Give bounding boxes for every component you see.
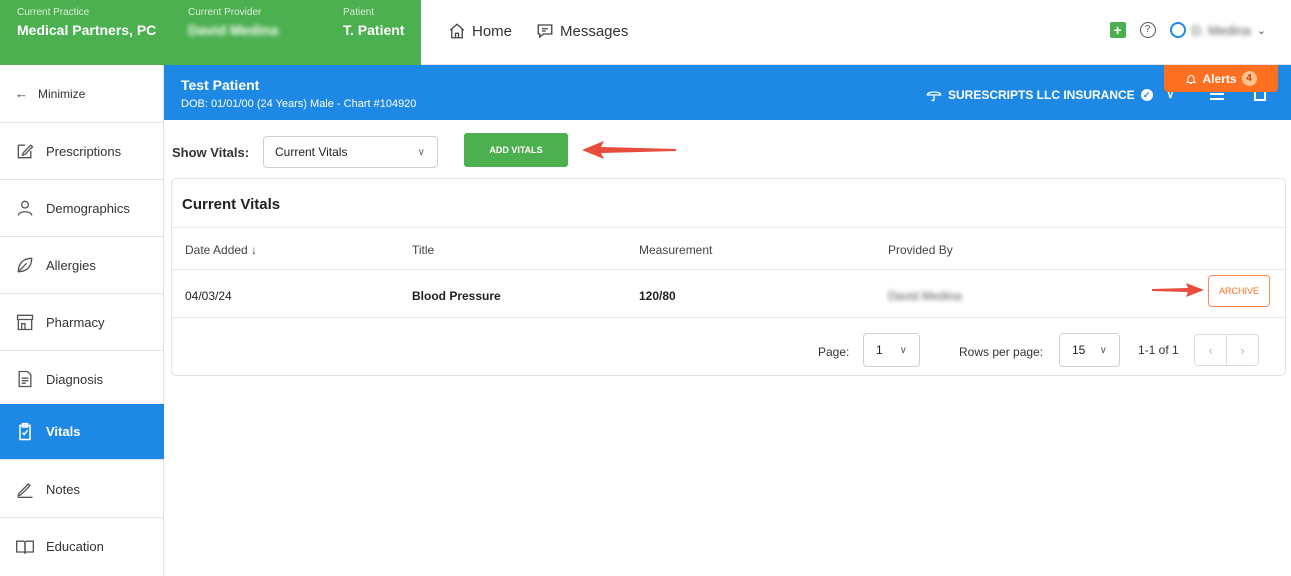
edit-icon bbox=[15, 141, 35, 161]
sidebar-item-label: Allergies bbox=[46, 257, 96, 273]
minimize-button[interactable]: ← Minimize bbox=[0, 65, 164, 123]
umbrella-icon bbox=[926, 91, 942, 102]
sidebar-item-prescriptions[interactable]: Prescriptions bbox=[0, 123, 164, 180]
vitals-card: Current Vitals Date Added ↓ Title Measur… bbox=[171, 178, 1286, 376]
patient-header: Test Patient DOB: 01/01/00 (24 Years) Ma… bbox=[164, 65, 1291, 120]
arrow-left-icon: ← bbox=[15, 86, 28, 101]
alerts-count-badge: 4 bbox=[1241, 71, 1257, 86]
divider bbox=[172, 227, 1285, 228]
context-bar: Current Practice Medical Partners, PC Cu… bbox=[0, 0, 421, 65]
user-icon[interactable] bbox=[1169, 22, 1186, 38]
column-header-provided-by: Provided By bbox=[888, 243, 953, 257]
panel-icon[interactable] bbox=[1254, 91, 1266, 101]
user-name[interactable]: D. Medina bbox=[1192, 23, 1251, 38]
message-icon bbox=[537, 24, 553, 39]
chevron-down-icon: ∨ bbox=[899, 344, 907, 356]
annotation-arrow-icon bbox=[1152, 283, 1204, 297]
prev-page-button[interactable]: ‹ bbox=[1194, 334, 1227, 366]
cell-title: Blood Pressure bbox=[412, 289, 501, 303]
help-icon[interactable]: ? bbox=[1139, 22, 1156, 38]
sidebar-item-label: Notes bbox=[46, 481, 80, 497]
add-vitals-button[interactable]: ADD VITALS bbox=[464, 133, 568, 167]
list-icon[interactable] bbox=[1210, 93, 1224, 100]
home-link[interactable]: Home bbox=[448, 22, 512, 40]
archive-button[interactable]: ARCHIVE bbox=[1208, 275, 1270, 307]
chevron-left-icon: ‹ bbox=[1208, 342, 1213, 358]
sidebar-item-label: Diagnosis bbox=[46, 371, 104, 387]
check-circle-icon: ✓ bbox=[1140, 89, 1153, 101]
card-title: Current Vitals bbox=[182, 196, 281, 213]
chevron-right-icon: › bbox=[1240, 342, 1245, 358]
patient-selector[interactable]: Patient T. Patient bbox=[343, 7, 404, 38]
sidebar-item-pharmacy[interactable]: Pharmacy bbox=[0, 294, 164, 351]
top-bar: Current Practice Medical Partners, PC Cu… bbox=[0, 0, 1291, 65]
cell-provided-by: David Medina bbox=[888, 289, 962, 303]
vitals-filter-value: Current Vitals bbox=[275, 145, 348, 159]
chevron-down-icon: ∨ bbox=[417, 146, 425, 158]
clipboard-icon bbox=[15, 422, 35, 442]
patient-label: Patient bbox=[343, 7, 375, 18]
provider-label: Current Provider bbox=[188, 7, 262, 18]
document-icon bbox=[15, 369, 35, 389]
column-header-measurement: Measurement bbox=[639, 243, 713, 257]
annotation-arrow-icon bbox=[582, 141, 676, 159]
alerts-button[interactable]: Alerts 4 bbox=[1164, 65, 1278, 92]
sidebar: ← Minimize Prescriptions Demographics Al… bbox=[0, 65, 164, 576]
page-label: Page: bbox=[818, 345, 850, 359]
chevron-down-icon[interactable]: ⌄ bbox=[1257, 24, 1266, 37]
patient-name: Test Patient bbox=[181, 77, 260, 93]
chevron-down-icon: ∨ bbox=[1099, 344, 1107, 356]
divider bbox=[172, 269, 1285, 270]
sidebar-item-label: Prescriptions bbox=[46, 143, 122, 159]
top-right-actions: + ? D. Medina ⌄ bbox=[1109, 22, 1291, 38]
person-icon bbox=[15, 198, 35, 218]
insurance-selector[interactable]: SURESCRIPTS LLC INSURANCE ✓ ∨ bbox=[926, 87, 1174, 103]
messages-label: Messages bbox=[560, 22, 629, 40]
provider-selector[interactable]: Current Provider David Medina bbox=[188, 7, 278, 38]
divider bbox=[172, 317, 1285, 318]
patient-info: DOB: 01/01/00 (24 Years) Male - Chart #1… bbox=[181, 98, 417, 110]
column-header-date[interactable]: Date Added ↓ bbox=[185, 243, 257, 257]
messages-link[interactable]: Messages bbox=[536, 22, 628, 40]
vitals-filter-select[interactable]: Current Vitals ∨ bbox=[263, 136, 438, 168]
sidebar-item-education[interactable]: Education bbox=[0, 518, 164, 575]
page-value: 1 bbox=[876, 343, 883, 357]
sidebar-item-notes[interactable]: Notes bbox=[0, 461, 164, 518]
bell-icon bbox=[1186, 74, 1197, 84]
practice-label: Current Practice bbox=[17, 7, 90, 18]
practice-selector[interactable]: Current Practice Medical Partners, PC bbox=[17, 7, 156, 38]
sidebar-item-demographics[interactable]: Demographics bbox=[0, 180, 164, 237]
sidebar-item-allergies[interactable]: Allergies bbox=[0, 237, 164, 294]
page-range: 1-1 of 1 bbox=[1138, 343, 1179, 357]
home-icon bbox=[449, 23, 465, 39]
page-select[interactable]: 1 ∨ bbox=[863, 333, 920, 367]
store-icon bbox=[15, 312, 35, 332]
practice-value: Medical Partners, PC bbox=[17, 22, 157, 38]
sidebar-item-label: Education bbox=[46, 539, 104, 554]
sidebar-item-diagnosis[interactable]: Diagnosis bbox=[0, 351, 164, 408]
column-header-title: Title bbox=[412, 243, 435, 257]
alerts-label: Alerts bbox=[1202, 71, 1237, 86]
book-icon bbox=[15, 537, 35, 557]
sidebar-item-label: Demographics bbox=[46, 200, 130, 216]
rows-per-page-select[interactable]: 15 ∨ bbox=[1059, 333, 1120, 367]
add-icon[interactable]: + bbox=[1109, 22, 1126, 38]
leaf-icon bbox=[15, 255, 35, 275]
show-vitals-label: Show Vitals: bbox=[172, 145, 250, 160]
sidebar-item-label: Pharmacy bbox=[46, 314, 105, 330]
cell-measurement: 120/80 bbox=[639, 289, 676, 303]
sidebar-item-label: Vitals bbox=[46, 424, 81, 439]
rows-per-page-value: 15 bbox=[1072, 343, 1086, 357]
home-label: Home bbox=[472, 22, 513, 40]
cell-date: 04/03/24 bbox=[185, 289, 232, 303]
provider-value: David Medina bbox=[188, 22, 279, 38]
sidebar-item-vitals[interactable]: Vitals bbox=[0, 404, 164, 460]
insurance-name: SURESCRIPTS LLC INSURANCE bbox=[948, 88, 1135, 102]
rows-per-page-label: Rows per page: bbox=[959, 345, 1044, 359]
minimize-label: Minimize bbox=[38, 86, 86, 101]
next-page-button[interactable]: › bbox=[1226, 334, 1259, 366]
patient-value: T. Patient bbox=[343, 22, 405, 38]
pencil-icon bbox=[15, 479, 35, 499]
